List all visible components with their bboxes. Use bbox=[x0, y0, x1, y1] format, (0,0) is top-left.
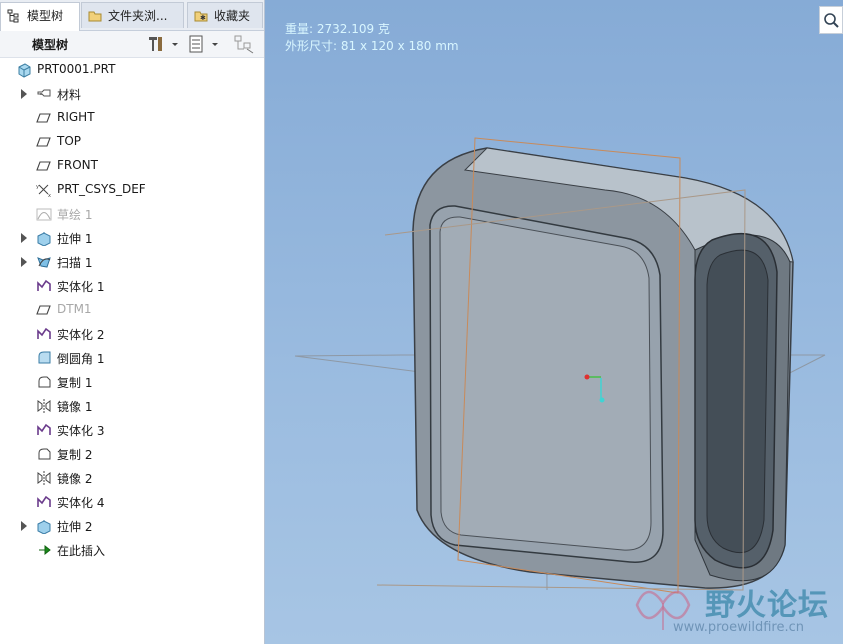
tree-item[interactable]: 实体化 2 bbox=[0, 322, 264, 346]
tree-item[interactable]: 扫描 1 bbox=[0, 250, 264, 274]
tree-item[interactable]: FRONT bbox=[0, 154, 264, 178]
tab-label: 收藏夹 bbox=[214, 9, 251, 23]
view-search-button[interactable] bbox=[819, 6, 843, 34]
tree-item[interactable]: TOP bbox=[0, 130, 264, 154]
tree-item[interactable]: 复制 2 bbox=[0, 442, 264, 466]
tree-item[interactable]: 实体化 3 bbox=[0, 418, 264, 442]
tree-item-label: 扫描 1 bbox=[57, 256, 93, 270]
part-icon bbox=[18, 63, 31, 78]
svg-text:x: x bbox=[48, 193, 51, 198]
tree-item-label: 实体化 1 bbox=[57, 280, 105, 294]
mass-readout: 重量: 2732.109 克 bbox=[285, 22, 390, 36]
part-body bbox=[412, 147, 794, 589]
expand-arrow-icon[interactable] bbox=[21, 89, 27, 99]
tree-item-label: DTM1 bbox=[57, 302, 92, 316]
panel-tab-bar: 模型树 文件夹浏... ✱ 收藏夹 bbox=[0, 0, 264, 31]
model-tree-panel: 模型树 文件夹浏... ✱ 收藏夹 模型树 PRT0001.PRT 材料 RIG… bbox=[0, 0, 265, 644]
tree-item-label: 拉伸 1 bbox=[57, 232, 93, 246]
copy-icon bbox=[38, 448, 51, 460]
svg-text:y: y bbox=[36, 184, 39, 190]
folder-icon bbox=[88, 11, 102, 22]
model-tree-title: 模型树 bbox=[32, 38, 69, 52]
datum-plane-icon bbox=[36, 161, 51, 171]
tree-item-label: RIGHT bbox=[57, 110, 95, 124]
tree-item[interactable]: RIGHT bbox=[0, 106, 264, 130]
tree-icon bbox=[7, 9, 19, 23]
tree-item-label: TOP bbox=[57, 134, 82, 148]
show-options-icon[interactable] bbox=[188, 34, 222, 54]
tree-item-label: 草绘 1 bbox=[57, 208, 93, 222]
tree-item[interactable]: DTM1 bbox=[0, 298, 264, 322]
dimensions-readout: 外形尺寸: 81 x 120 x 180 mm bbox=[285, 39, 459, 53]
copy-icon bbox=[38, 376, 51, 388]
tree-item-label: 复制 2 bbox=[57, 448, 93, 462]
solidify-icon bbox=[37, 279, 51, 291]
sketch-icon bbox=[36, 208, 52, 221]
tree-item-label: 在此插入 bbox=[57, 544, 106, 558]
tree-item[interactable]: 实体化 4 bbox=[0, 490, 264, 514]
tree-item[interactable]: 拉伸 1 bbox=[0, 226, 264, 250]
filter-hidden-icon[interactable] bbox=[233, 34, 255, 54]
tree-item[interactable]: 倒圆角 1 bbox=[0, 346, 264, 370]
tree-item-label: 实体化 3 bbox=[57, 424, 105, 438]
sweep-icon bbox=[37, 257, 51, 268]
svg-text:✱: ✱ bbox=[200, 14, 206, 22]
extrude-icon bbox=[37, 232, 51, 246]
material-icon bbox=[37, 89, 51, 97]
tab-model-tree[interactable]: 模型树 bbox=[0, 2, 80, 31]
mirror-icon bbox=[37, 471, 51, 485]
expand-arrow-icon[interactable] bbox=[21, 257, 27, 267]
tree-item[interactable]: 草绘 1 bbox=[0, 202, 264, 226]
tree-item-label: PRT_CSYS_DEF bbox=[57, 182, 146, 196]
tree-item-label: 拉伸 2 bbox=[57, 520, 93, 534]
tree-item[interactable]: 在此插入 bbox=[0, 538, 264, 562]
tab-label: 文件夹浏... bbox=[108, 9, 168, 23]
tree-item[interactable]: y x PRT_CSYS_DEF bbox=[0, 178, 264, 202]
tree-item[interactable]: 拉伸 2 bbox=[0, 514, 264, 538]
search-icon bbox=[824, 13, 839, 28]
tree-item[interactable]: PRT0001.PRT bbox=[0, 58, 264, 82]
tree-item[interactable]: 实体化 1 bbox=[0, 274, 264, 298]
front-inner-face bbox=[439, 216, 652, 551]
csys-icon: yx bbox=[36, 184, 51, 198]
solidify-icon bbox=[37, 327, 51, 339]
tree-item-label: 镜像 1 bbox=[57, 400, 93, 414]
tree-item[interactable]: 镜像 2 bbox=[0, 466, 264, 490]
tab-folder-browser[interactable]: 文件夹浏... bbox=[81, 2, 184, 28]
tab-label: 模型树 bbox=[27, 9, 64, 23]
expand-arrow-icon[interactable] bbox=[21, 233, 27, 243]
tree-item[interactable]: 材料 bbox=[0, 82, 264, 106]
side-opening-inner bbox=[706, 249, 769, 553]
tree-item-label: 复制 1 bbox=[57, 376, 93, 390]
datum-plane-icon bbox=[36, 113, 51, 123]
tab-favorites[interactable]: ✱ 收藏夹 bbox=[187, 2, 263, 28]
tree-item-label: 材料 bbox=[57, 88, 82, 102]
watermark-text: 野火论坛 bbox=[705, 588, 829, 623]
solidify-icon bbox=[37, 495, 51, 507]
datum-plane-icon bbox=[36, 305, 51, 315]
model-render[interactable] bbox=[265, 0, 843, 644]
datum-plane-icon bbox=[36, 137, 51, 147]
expand-arrow-icon[interactable] bbox=[21, 521, 27, 531]
tree-item-label: PRT0001.PRT bbox=[37, 62, 116, 76]
tree-item[interactable]: 复制 1 bbox=[0, 370, 264, 394]
tree-item-label: 倒圆角 1 bbox=[57, 352, 105, 366]
watermark-url: www.proewildfire.cn bbox=[673, 620, 804, 635]
tree-item[interactable]: 镜像 1 bbox=[0, 394, 264, 418]
extrude-icon bbox=[37, 520, 51, 534]
model-tree-toolbar: 模型树 bbox=[0, 31, 264, 58]
tree-item-label: 镜像 2 bbox=[57, 472, 93, 486]
tree-item-label: 实体化 2 bbox=[57, 328, 105, 342]
insert-here-icon bbox=[39, 544, 51, 556]
favorites-icon: ✱ bbox=[194, 11, 208, 22]
mirror-icon bbox=[37, 399, 51, 413]
settings-tools-icon[interactable] bbox=[146, 34, 180, 54]
round-icon bbox=[38, 351, 51, 364]
graphics-viewport[interactable]: 重量: 2732.109 克 外形尺寸: 81 x 120 x 180 mm 野… bbox=[265, 0, 843, 644]
tree-item-label: 实体化 4 bbox=[57, 496, 105, 510]
tree-item-label: FRONT bbox=[57, 158, 98, 172]
solidify-icon bbox=[37, 423, 51, 435]
